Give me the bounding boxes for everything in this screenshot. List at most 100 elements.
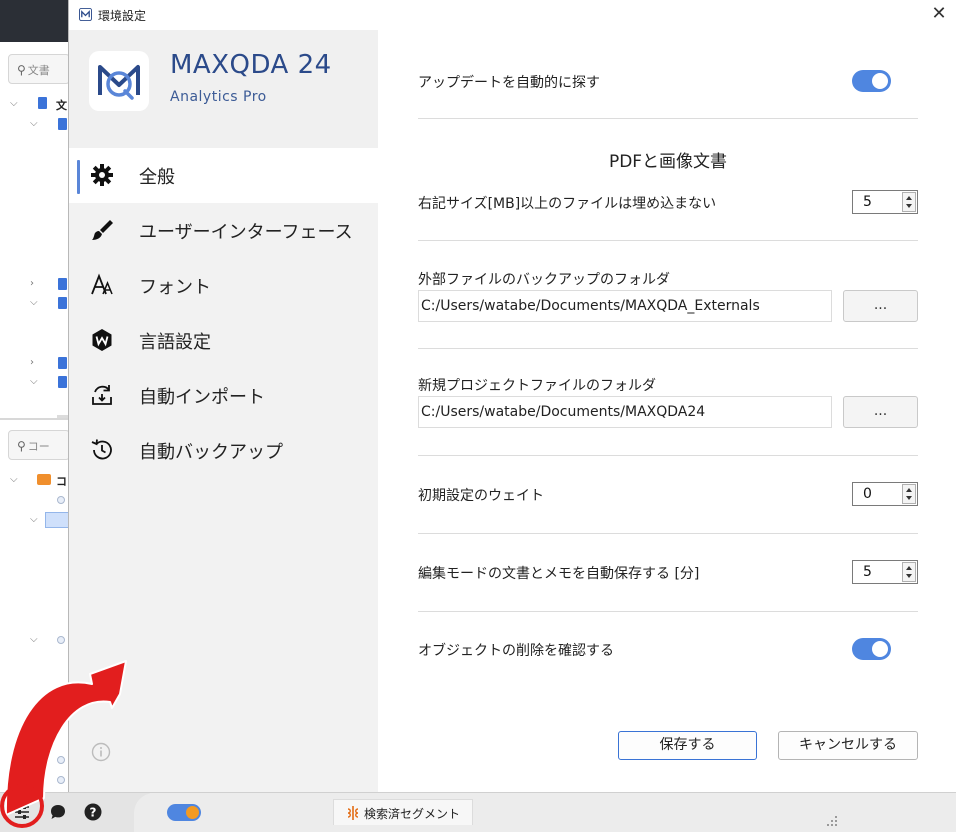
annotation-highlight-ring bbox=[0, 784, 44, 828]
code-search-placeholder: コー bbox=[27, 440, 50, 453]
divider bbox=[418, 611, 918, 612]
document-root-icon bbox=[38, 97, 47, 109]
chevron-down-icon[interactable]: ⌵ bbox=[30, 297, 38, 308]
dialog-title: 環境設定 bbox=[98, 9, 147, 23]
preferences-nav: 全般 ユーザーインターフェース フォント 言語設定 自動インポート 自動バックア… bbox=[69, 148, 378, 478]
embed-limit-spinbox[interactable]: 5 bbox=[852, 190, 918, 214]
close-button[interactable]: ✕ bbox=[925, 2, 953, 28]
code-root-label: コ bbox=[56, 475, 67, 488]
confirm-delete-label: オブジェクトの削除を確認する bbox=[418, 643, 614, 659]
chevron-right-icon[interactable]: › bbox=[30, 357, 34, 368]
nav-label: 自動インポート bbox=[139, 387, 265, 408]
cancel-button[interactable]: キャンセルする bbox=[778, 731, 918, 760]
autosave-spinbox[interactable]: 5 bbox=[852, 560, 918, 584]
folder-icon bbox=[58, 297, 67, 309]
externals-browse-button[interactable]: ... bbox=[843, 290, 918, 322]
dialog-titlebar: 環境設定 ✕ bbox=[69, 0, 956, 30]
panel-splitter[interactable] bbox=[0, 418, 70, 420]
spin-down-icon[interactable] bbox=[906, 574, 912, 578]
spin-arrows[interactable] bbox=[902, 562, 916, 582]
chevron-down-icon[interactable]: ⌵ bbox=[10, 98, 18, 109]
retrieved-segments-label: 検索済セグメント bbox=[364, 807, 461, 821]
nav-item-user-interface[interactable]: ユーザーインターフェース bbox=[69, 203, 378, 258]
document-search-placeholder: 文書 bbox=[27, 64, 50, 77]
brand-edition: Analytics Pro bbox=[170, 89, 267, 105]
folder-icon bbox=[58, 357, 67, 369]
default-weight-value: 0 bbox=[863, 486, 872, 502]
font-icon bbox=[91, 273, 113, 295]
chevron-down-icon[interactable]: ⌵ bbox=[30, 118, 38, 129]
folder-icon bbox=[58, 118, 67, 130]
divider bbox=[418, 533, 918, 534]
retrieved-segments-icon bbox=[347, 806, 359, 820]
new-project-folder-label: 新規プロジェクトファイルのフォルダ bbox=[418, 378, 656, 394]
spin-arrows[interactable] bbox=[902, 192, 916, 212]
nav-label: 自動バックアップ bbox=[139, 442, 283, 463]
spin-up-icon[interactable] bbox=[906, 488, 912, 492]
nav-item-fonts[interactable]: フォント bbox=[69, 258, 378, 313]
search-icon: ⚲ bbox=[17, 439, 26, 453]
maxqda-logo-icon bbox=[98, 65, 140, 100]
code-node-icon bbox=[57, 496, 65, 504]
autosave-label: 編集モードの文書とメモを自動保存する [分] bbox=[418, 566, 700, 582]
chevron-down-icon[interactable]: ⌵ bbox=[30, 376, 38, 387]
pdf-section-title: PDFと画像文書 bbox=[608, 152, 728, 172]
folder-icon bbox=[58, 278, 67, 290]
status-bar: ? 検索済セグメント bbox=[0, 792, 956, 832]
search-icon: ⚲ bbox=[17, 63, 26, 77]
code-search-input[interactable]: ⚲ コー bbox=[8, 430, 70, 460]
embed-limit-value: 5 bbox=[863, 194, 872, 210]
divider bbox=[418, 240, 918, 241]
nav-label: 全般 bbox=[139, 167, 175, 188]
folder-icon bbox=[58, 376, 67, 388]
gear-icon bbox=[91, 164, 113, 186]
nav-item-language[interactable]: 言語設定 bbox=[69, 313, 378, 368]
spin-up-icon[interactable] bbox=[906, 566, 912, 570]
divider bbox=[418, 348, 918, 349]
nav-label: 言語設定 bbox=[139, 332, 211, 353]
embed-limit-label: 右記サイズ[MB]以上のファイルは埋め込まない bbox=[418, 196, 717, 212]
retrieved-segments-tab[interactable]: 検索済セグメント bbox=[333, 799, 473, 825]
toggle-knob bbox=[872, 73, 888, 89]
paintbrush-icon bbox=[92, 220, 113, 240]
nav-item-auto-import[interactable]: 自動インポート bbox=[69, 368, 378, 423]
spin-down-icon[interactable] bbox=[906, 204, 912, 208]
divider bbox=[418, 455, 918, 456]
chevron-down-icon[interactable]: ⌵ bbox=[10, 474, 18, 485]
default-weight-label: 初期設定のウェイト bbox=[418, 488, 544, 504]
app-top-strip bbox=[0, 0, 70, 42]
resize-grip-icon[interactable] bbox=[826, 815, 838, 827]
document-root-label: 文 bbox=[56, 99, 67, 112]
confirm-delete-toggle[interactable] bbox=[852, 638, 891, 660]
autosave-value: 5 bbox=[863, 564, 872, 580]
nav-label: フォント bbox=[139, 277, 211, 298]
history-icon bbox=[91, 439, 112, 460]
toggle-knob bbox=[872, 641, 888, 657]
nav-label: ユーザーインターフェース bbox=[139, 222, 353, 243]
preferences-dialog: 環境設定 ✕ MAXQDA 24 Analytics Pro 全般 ユーザーイン… bbox=[68, 0, 956, 792]
default-weight-spinbox[interactable]: 0 bbox=[852, 482, 918, 506]
externals-folder-input[interactable]: C:/Users/watabe/Documents/MAXQDA_Externa… bbox=[418, 290, 832, 322]
spin-up-icon[interactable] bbox=[906, 196, 912, 200]
nav-item-general[interactable]: 全般 bbox=[69, 148, 378, 203]
save-button[interactable]: 保存する bbox=[618, 731, 757, 760]
language-icon bbox=[92, 329, 112, 351]
selected-code-item[interactable] bbox=[45, 512, 70, 528]
chevron-down-icon[interactable]: ⌵ bbox=[30, 514, 38, 525]
document-search-input[interactable]: ⚲ 文書 bbox=[8, 54, 70, 84]
chevron-right-icon[interactable]: › bbox=[30, 278, 34, 289]
general-settings-panel: アップデートを自動的に探す PDFと画像文書 右記サイズ[MB]以上のファイルは… bbox=[378, 30, 956, 792]
maxqda-logo bbox=[89, 51, 149, 111]
auto-import-icon bbox=[92, 385, 112, 405]
spin-down-icon[interactable] bbox=[906, 496, 912, 500]
brand-header: MAXQDA 24 Analytics Pro bbox=[69, 30, 378, 148]
auto-update-toggle[interactable] bbox=[852, 70, 891, 92]
spin-arrows[interactable] bbox=[902, 484, 916, 504]
nav-item-auto-backup[interactable]: 自動バックアップ bbox=[69, 423, 378, 478]
new-project-browse-button[interactable]: ... bbox=[843, 396, 918, 428]
mode-toggle[interactable] bbox=[167, 804, 201, 821]
divider bbox=[418, 118, 918, 119]
toggle-knob bbox=[186, 806, 199, 819]
new-project-folder-input[interactable]: C:/Users/watabe/Documents/MAXQDA24 bbox=[418, 396, 832, 428]
maxqda-logo-icon bbox=[79, 8, 92, 21]
